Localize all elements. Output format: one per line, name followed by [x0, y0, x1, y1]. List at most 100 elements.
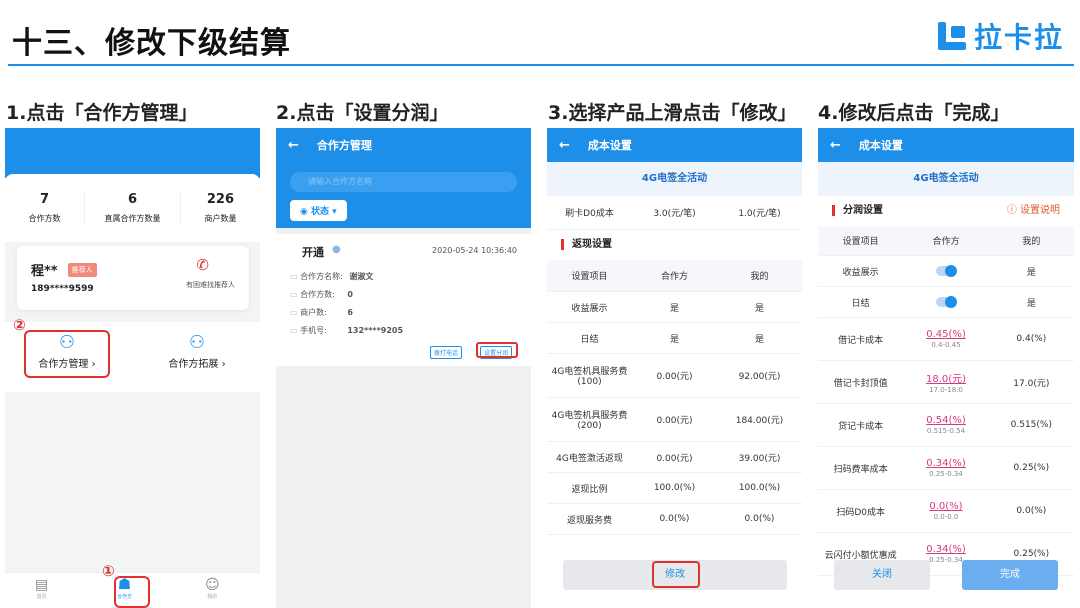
- table-row: 4G电签激活返现 0.00(元) 39.00(元): [547, 442, 802, 473]
- row-label: 收益展示: [842, 267, 879, 278]
- row-mine: 0.25(%): [1013, 549, 1050, 559]
- page-title: 成本设置: [587, 139, 632, 152]
- step-2-caption: 2.点击「设置分润」: [276, 102, 449, 124]
- profile-icon: ☺: [205, 577, 220, 593]
- row-label: 借记卡封顶值: [833, 378, 888, 389]
- row-label: 返现比例: [571, 484, 608, 495]
- field-icon: ▭: [290, 272, 301, 281]
- partner-value[interactable]: 0.34(%): [926, 544, 966, 555]
- field-icon: ▭: [290, 326, 301, 335]
- call-button[interactable]: 拨打电话: [430, 346, 463, 359]
- menu-partner-expand[interactable]: ⚇ 合作方拓展 ›: [155, 332, 239, 370]
- highlight-box: [476, 342, 518, 358]
- row-mine: 0.515(%): [1010, 420, 1052, 430]
- product-tab[interactable]: 4G电签全活动: [547, 162, 802, 196]
- table-row: 返现服务费 0.0(%) 0.0(%): [547, 504, 802, 535]
- row-partner-cell[interactable]: 0.54(%) 0.515-0.54: [903, 415, 988, 435]
- stat-label: 商户数量: [204, 214, 237, 223]
- help-link[interactable]: ⓘ 设置说明: [1007, 196, 1060, 226]
- value-range: 0.515-0.54: [926, 427, 966, 435]
- row-partner: 是: [669, 303, 679, 314]
- search-input[interactable]: 请输入合作方名称: [290, 172, 517, 192]
- phone-call-icon[interactable]: ✆: [196, 256, 209, 274]
- toggle-switch[interactable]: [935, 295, 957, 308]
- row-mine: 0.4(%): [1016, 334, 1047, 344]
- phone-screen-profit-settings: ← 成本设置 4G电签全活动 分润设置 ⓘ 设置说明 设置项目 合作方 我的 收…: [818, 128, 1074, 608]
- row-mine: 92.00(元): [738, 372, 781, 382]
- partner-list-header: ← 合作方管理 请输入合作方名称 ◉ 状态 ▾: [276, 128, 531, 228]
- back-arrow-icon[interactable]: ←: [288, 138, 299, 153]
- tab-mine[interactable]: ☺ 我的: [205, 577, 220, 600]
- field-label: 合作方数:: [300, 290, 335, 299]
- back-arrow-icon[interactable]: ←: [559, 138, 570, 153]
- table-row: 借记卡封顶值 18.0(元) 17.0-18.0 17.0(元): [818, 361, 1074, 404]
- col-head: 设置项目: [842, 237, 879, 247]
- back-arrow-icon[interactable]: ←: [830, 138, 841, 153]
- row-mine: 是: [1026, 267, 1036, 278]
- stats-card: 7 合作方数 6 直属合作方数量 226 商户数量: [5, 174, 260, 242]
- row-label: 4G电签机具服务费 (100): [551, 367, 628, 387]
- partner-value[interactable]: 0.34(%): [926, 458, 966, 469]
- tab-home[interactable]: ▤ 首页: [35, 577, 48, 600]
- row-mine: 184.00(元): [735, 416, 784, 426]
- partner-value[interactable]: 18.0(元): [926, 374, 966, 385]
- stat-value: 6: [127, 192, 138, 207]
- home-icon: ▤: [35, 577, 49, 593]
- row-partner: 0.00(元): [656, 453, 693, 464]
- done-button[interactable]: 完成: [962, 560, 1058, 590]
- partner-value[interactable]: 0.45(%): [926, 329, 966, 340]
- section-profit: 分润设置 ⓘ 设置说明: [818, 196, 1074, 226]
- col-head: 合作方: [932, 237, 960, 247]
- table-row: 扫码D0成本 0.0(%) 0.0-0.0 0.0(%): [818, 490, 1074, 533]
- table-row: 4G电签机具服务费 (100) 0.00(元) 92.00(元): [547, 354, 802, 398]
- row-partner-cell[interactable]: 18.0(元) 17.0-18.0: [903, 370, 988, 394]
- partner-value[interactable]: 0.0(%): [929, 501, 962, 512]
- row-partner-cell[interactable]: 0.45(%) 0.4-0.45: [903, 329, 988, 349]
- tab-label: 首页: [36, 594, 47, 600]
- table-row: 贷记卡成本 0.54(%) 0.515-0.54 0.515(%): [818, 404, 1074, 447]
- row-partner: 100.0(%): [653, 483, 696, 493]
- phone-screen-home: 7 合作方数 6 直属合作方数量 226 商户数量 程** 推荐人 189***…: [5, 128, 260, 608]
- row-label: 刷卡D0成本: [565, 209, 614, 219]
- row-label: 云闪付小额优惠成: [824, 550, 897, 561]
- highlight-box: [114, 576, 150, 608]
- partner-expand-icon: ⚇: [188, 332, 206, 353]
- row-label: 收益展示: [571, 303, 608, 314]
- field-value: 0: [347, 290, 353, 299]
- step-marker-2: ②: [13, 316, 26, 334]
- section-title: 返现设置: [572, 239, 612, 250]
- field-value: 132****9205: [347, 326, 404, 335]
- row-label: 扫码费率成本: [833, 464, 888, 475]
- table-row: 返现比例 100.0(%) 100.0(%): [547, 473, 802, 504]
- lakala-logo-icon: [938, 22, 968, 50]
- col-head: 设置项目: [571, 272, 608, 282]
- row-mine: 39.00(元): [738, 453, 781, 464]
- card-fields: ▭ 合作方名称: 谢淑文 ▭ 合作方数: 0 ▭ 商户数: 6 ▭ 手机号: 1…: [290, 268, 403, 340]
- field-label: 商户数:: [300, 308, 327, 317]
- stat-value: 7: [40, 192, 50, 207]
- field-value: 谢淑文: [349, 272, 374, 281]
- nav-bar: ← 成本设置: [547, 128, 802, 162]
- product-tab[interactable]: 4G电签全活动: [818, 162, 1074, 196]
- row-partner-cell[interactable]: 0.34(%) 0.25-0.34: [903, 458, 988, 478]
- col-head: 我的: [1022, 237, 1041, 247]
- stat-label: 合作方数: [28, 214, 61, 223]
- filter-icon: ◉: [300, 207, 311, 217]
- close-button[interactable]: 关闭: [834, 560, 930, 590]
- field-icon: ▭: [290, 308, 301, 317]
- stat-partners[interactable]: 7 合作方数: [5, 192, 86, 224]
- row-label: 扫码D0成本: [836, 507, 885, 518]
- status-filter[interactable]: ◉ 状态 ▾: [290, 200, 347, 221]
- partner-card[interactable]: 开通 ● 2020-05-24 10:36:40 ▭ 合作方名称: 谢淑文 ▭ …: [276, 234, 531, 366]
- value-range: 0.0-0.0: [933, 513, 959, 521]
- stat-direct-partners[interactable]: 6 直属合作方数量: [85, 192, 181, 224]
- nav-bar: ← 成本设置: [818, 128, 1074, 162]
- partner-value[interactable]: 0.54(%): [926, 415, 966, 426]
- value-range: 0.25-0.34: [929, 470, 963, 478]
- stat-merchants[interactable]: 226 商户数量: [181, 192, 260, 224]
- row-partner-cell[interactable]: 0.0(%) 0.0-0.0: [903, 501, 988, 521]
- section-marker: [561, 238, 564, 250]
- referrer-phone: 189****9599: [31, 284, 94, 294]
- row-mine: 0.25(%): [1013, 463, 1050, 473]
- toggle-switch[interactable]: [935, 264, 957, 277]
